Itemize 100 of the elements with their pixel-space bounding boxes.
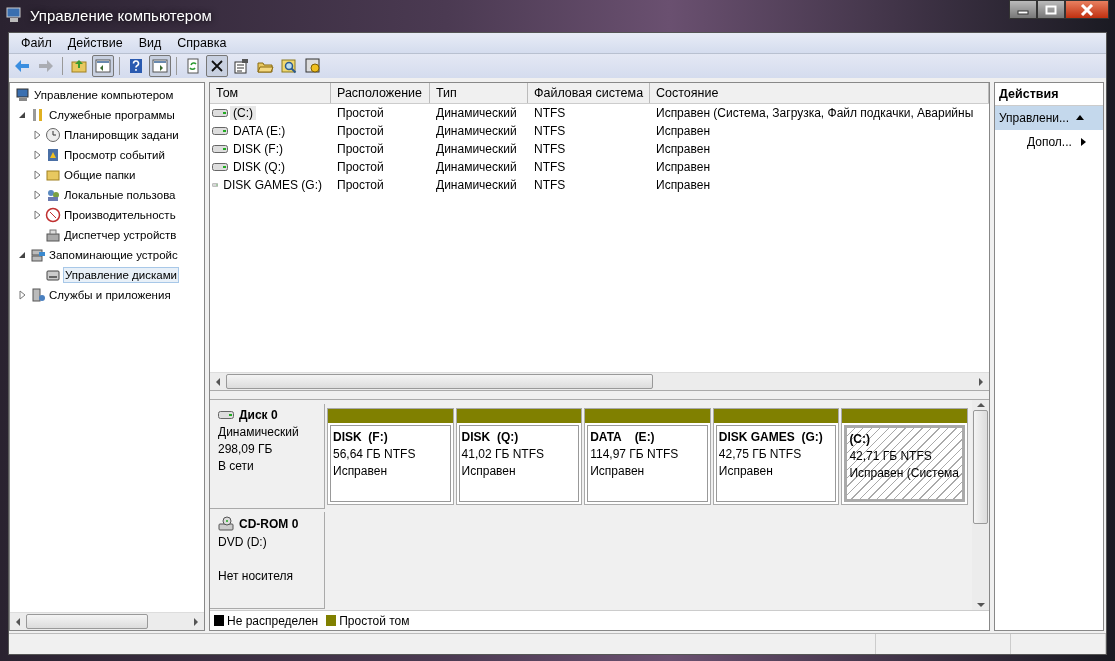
table-cell[interactable]: DISK (Q:) [230, 160, 288, 174]
scroll-right-icon[interactable] [978, 377, 984, 386]
table-cell-text: NTFS [533, 106, 567, 120]
partition-body[interactable]: DISK (Q:) 41,02 ГБ NTFS Исправен [458, 425, 580, 502]
scroll-left-icon[interactable] [15, 617, 21, 626]
disk-info: Нет носителя [218, 569, 294, 583]
device-icon [45, 227, 61, 243]
table-cell-text: Исправен (Система, Загрузка, Файл подкачки, Аварийны [655, 106, 975, 120]
storage-icon [30, 247, 46, 263]
table-cell-text: Исправен [655, 142, 711, 156]
partition-body[interactable]: DISK GAMES (G:) 42,75 ГБ NTFS Исправен [715, 425, 837, 502]
table-cell-text: NTFS [533, 160, 567, 174]
folder-up-icon [70, 57, 88, 75]
tree-item[interactable]: Управление компьютером [33, 88, 175, 102]
partition-body[interactable]: DATA (E:) 114,97 ГБ NTFS Исправен [587, 425, 708, 502]
partition-block[interactable]: DISK (F:) 56,64 ГБ NTFS Исправен [327, 408, 454, 505]
tree-item[interactable]: Диспетчер устройств [63, 228, 178, 242]
table-cell-text: Динамический [435, 178, 518, 192]
menu-item[interactable]: Действие [59, 36, 131, 50]
tree-item[interactable]: Общие папки [63, 168, 137, 182]
column-header[interactable]: Файловая система [528, 83, 650, 103]
tree-pane-button[interactable] [92, 55, 114, 77]
drive-icon [212, 180, 219, 190]
collapsed-arrow-icon[interactable] [31, 169, 43, 181]
collapsed-arrow-icon[interactable] [31, 149, 43, 161]
vertical-scrollbar[interactable] [972, 400, 989, 610]
menu-item[interactable]: Вид [130, 36, 170, 50]
table-cell[interactable]: DATA (E:) [230, 124, 289, 138]
drive-icon [212, 162, 228, 172]
partition-size: 42,71 ГБ NTFS [849, 449, 933, 463]
column-header[interactable]: Тип [430, 83, 528, 103]
table-cell-text: NTFS [533, 178, 567, 192]
table-cell[interactable]: DISK GAMES (G:) [220, 178, 325, 192]
close-button[interactable] [1065, 0, 1109, 19]
scroll-up-icon[interactable] [976, 400, 985, 410]
table-cell-text: Простой [336, 142, 385, 156]
partition-body[interactable]: (C:) 42,71 ГБ NTFS Исправен (Система [844, 425, 965, 502]
table-cell-text: Динамический [435, 106, 518, 120]
table-cell-text: NTFS [533, 142, 567, 156]
partition-name: DISK (Q:) [461, 430, 520, 444]
partition-block[interactable]: DISK (Q:) 41,02 ГБ NTFS Исправен [455, 408, 583, 505]
column-header[interactable]: Состояние [650, 83, 989, 103]
tree-item[interactable]: Планировщик задани [63, 128, 180, 142]
menu-item[interactable]: Справка [169, 36, 235, 50]
drive-icon [212, 126, 228, 136]
table-cell-text: Простой [336, 106, 385, 120]
partition-block[interactable]: DISK GAMES (G:) 42,75 ГБ NTFS Исправен [712, 408, 840, 505]
collapsed-arrow-icon[interactable] [31, 209, 43, 221]
collapsed-arrow-icon[interactable] [31, 189, 43, 201]
scroll-right-icon[interactable] [193, 617, 199, 626]
disk-name: CD-ROM 0 [239, 517, 299, 531]
collapsed-arrow-icon[interactable] [16, 289, 28, 301]
tree-item[interactable]: Службы и приложения [48, 288, 172, 302]
users-icon [45, 187, 61, 203]
table-cell[interactable]: (C:) [230, 106, 256, 120]
tree-item[interactable]: Управление дисками [63, 267, 180, 283]
cd-drive-icon [218, 516, 234, 532]
action-pane-button[interactable] [149, 55, 171, 77]
menu-item[interactable]: Файл [13, 36, 60, 50]
partition-status: Исправен [590, 464, 646, 478]
collapse-arrow-icon [1075, 113, 1086, 123]
tree-item[interactable]: Локальные пользова [63, 188, 177, 202]
refresh-icon [184, 57, 202, 75]
horizontal-scrollbar[interactable] [10, 612, 204, 630]
table-cell-text: Динамический [435, 142, 518, 156]
table-cell-text: Исправен [655, 124, 711, 138]
search-icon [280, 57, 298, 75]
horizontal-scrollbar[interactable] [210, 372, 989, 390]
scroll-down-icon[interactable] [976, 600, 985, 610]
drive-icon [212, 144, 228, 154]
partition-name: DISK (F:) [333, 430, 389, 444]
partition-status: Исправен (Система [849, 466, 960, 480]
collapsed-arrow-icon[interactable] [31, 129, 43, 141]
partition-name: DISK GAMES (G:) [718, 430, 824, 444]
column-header[interactable]: Том [210, 83, 331, 103]
tree-item[interactable]: Служебные программы [48, 108, 176, 122]
disk-info: DVD (D:) [218, 535, 268, 549]
disk-name: Диск 0 [239, 408, 278, 422]
partition-block[interactable]: (C:) 42,71 ГБ NTFS Исправен (Система [841, 408, 968, 505]
action-item[interactable]: Допол... [995, 130, 1103, 154]
scroll-left-icon[interactable] [215, 377, 221, 386]
close-button[interactable] [206, 55, 228, 77]
maximize-icon [1045, 4, 1057, 15]
partition-body[interactable]: DISK (F:) 56,64 ГБ NTFS Исправен [330, 425, 451, 502]
tree-item[interactable]: Запоминающие устройс [48, 248, 179, 262]
maximize-button[interactable] [1037, 0, 1065, 19]
partition-block[interactable]: DATA (E:) 114,97 ГБ NTFS Исправен [584, 408, 711, 505]
action-section[interactable]: Управлени... [995, 106, 1103, 130]
table-cell-text: Простой [336, 124, 385, 138]
table-cell[interactable]: DISK (F:) [230, 142, 286, 156]
tree-item[interactable]: Производительность [63, 208, 177, 222]
tree-item[interactable]: Просмотр событий [63, 148, 166, 162]
table-cell-text: NTFS [533, 124, 567, 138]
table-cell-text: Исправен [655, 178, 711, 192]
legend-label: Не распределен [227, 613, 319, 628]
partition-size: 41,02 ГБ NTFS [461, 447, 545, 461]
minimize-button[interactable] [1009, 0, 1037, 19]
column-header[interactable]: Расположение [331, 83, 430, 103]
table-cell-text: Простой [336, 160, 385, 174]
window-title: Управление компьютером [30, 6, 212, 24]
